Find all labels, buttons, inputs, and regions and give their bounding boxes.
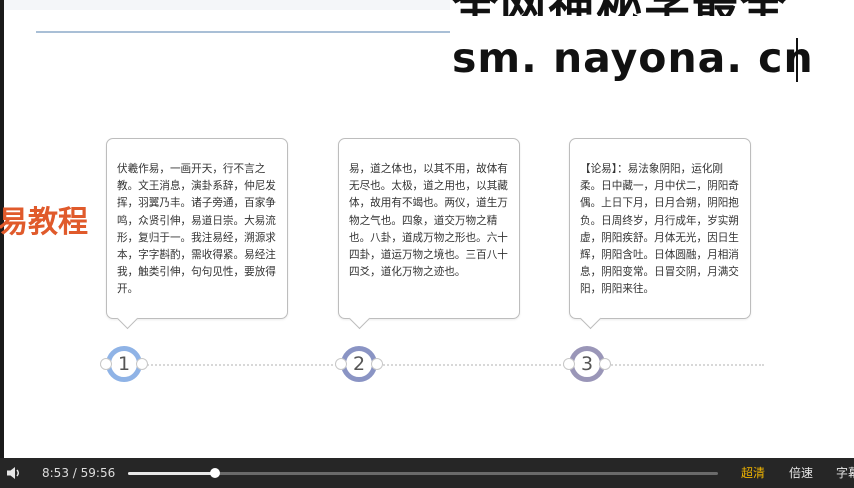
- callout-text-2: 易，道之体也，以其不用，故体有无尽也。太极，道之用也，以其藏体，故用有不竭也。两…: [349, 163, 508, 279]
- callout-box-2: 易，道之体也，以其不用，故体有无尽也。太极，道之用也，以其藏体，故用有不竭也。两…: [338, 138, 520, 319]
- callout-box-3: 【论易】：易法象阴阳，运化刚柔。日中藏一，月中伏二，阴阳奇偶。上日下月，日月合朔…: [569, 138, 751, 319]
- total-time: 59:56: [80, 466, 116, 480]
- callout-text-1: 伏羲作易，一画开天，行不言之教。文王消息，演卦系辞，仲尼发挥，羽翼乃丰。诸子旁通…: [117, 163, 276, 296]
- watermark-line-2: sm. nayona. cn: [452, 34, 814, 82]
- side-title: 易教程: [0, 205, 88, 240]
- speed-button[interactable]: 倍速: [789, 465, 813, 481]
- time-separator: /: [72, 466, 77, 480]
- slide-area: 全网神秘学最全 sm. nayona. cn 易教程 伏羲作易，一画开天，行不言…: [0, 0, 854, 458]
- header-divider: [36, 31, 450, 33]
- progress-fill: [128, 472, 216, 475]
- progress-bar[interactable]: [128, 468, 718, 478]
- quality-button[interactable]: 超清: [741, 465, 765, 481]
- volume-icon[interactable]: [6, 466, 22, 480]
- current-time: 8:53: [42, 466, 69, 480]
- callout-text-3: 【论易】：易法象阴阳，运化刚柔。日中藏一，月中伏二，阴阳奇偶。上日下月，日月合朔…: [580, 163, 739, 296]
- step-marker-2: 2: [335, 342, 383, 386]
- text-cursor: [796, 38, 798, 82]
- top-strip: [0, 0, 450, 10]
- watermark-line-1: 全网神秘学最全: [452, 0, 854, 16]
- video-player-controls: 8:53 / 59:56 超清 倍速 字幕: [0, 458, 854, 488]
- step-number-1: 1: [117, 353, 131, 375]
- step-number-3: 3: [580, 353, 594, 375]
- subtitle-button[interactable]: 字幕: [836, 465, 854, 481]
- step-number-2: 2: [352, 353, 366, 375]
- timeline-dotted-line: [100, 364, 764, 366]
- progress-handle[interactable]: [210, 468, 221, 478]
- callout-box-1: 伏羲作易，一画开天，行不言之教。文王消息，演卦系辞，仲尼发挥，羽翼乃丰。诸子旁通…: [106, 138, 288, 319]
- step-marker-3: 3: [563, 342, 611, 386]
- time-display: 8:53 / 59:56: [42, 465, 115, 481]
- step-marker-1: 1: [100, 342, 148, 386]
